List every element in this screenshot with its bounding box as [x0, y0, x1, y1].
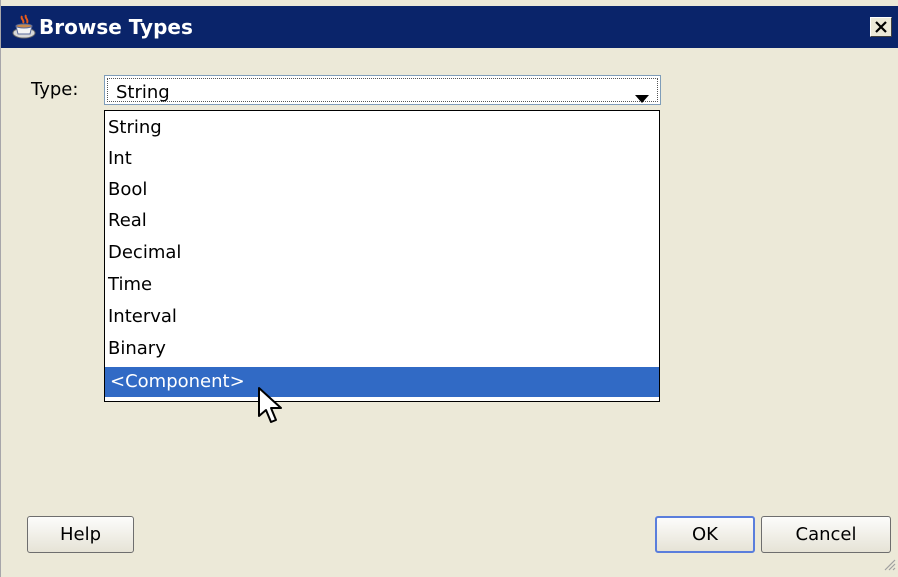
list-item-component[interactable]: <Component> [105, 367, 659, 397]
mouse-pointer-icon [257, 386, 285, 432]
browse-types-dialog: Browse Types Type: String String Int Boo… [0, 0, 898, 577]
list-item-binary[interactable]: Binary [105, 333, 659, 364]
help-button[interactable]: Help [27, 516, 134, 553]
list-item-time[interactable]: Time [105, 269, 659, 300]
list-item-string[interactable]: String [105, 112, 659, 143]
resize-grip-icon[interactable] [882, 556, 896, 575]
type-label: Type: [31, 79, 79, 100]
type-combobox[interactable]: String [104, 75, 661, 105]
list-item-bool[interactable]: Bool [105, 174, 659, 205]
type-dropdown-list[interactable]: String Int Bool Real Decimal Time Interv… [104, 110, 660, 402]
list-item-decimal[interactable]: Decimal [105, 237, 659, 268]
coffee-cup-icon [11, 14, 37, 40]
list-item-real[interactable]: Real [105, 205, 659, 236]
list-item-int[interactable]: Int [105, 143, 659, 174]
combo-focus-rect: String [107, 78, 658, 103]
ok-button[interactable]: OK [655, 516, 755, 553]
cancel-button[interactable]: Cancel [761, 516, 891, 553]
close-icon [875, 21, 887, 33]
dialog-title: Browse Types [39, 15, 193, 39]
chevron-down-icon[interactable] [635, 88, 649, 107]
list-item-interval[interactable]: Interval [105, 301, 659, 332]
combo-selected-value: String [116, 82, 170, 103]
close-button[interactable] [870, 17, 892, 37]
title-bar[interactable]: Browse Types [1, 6, 898, 48]
